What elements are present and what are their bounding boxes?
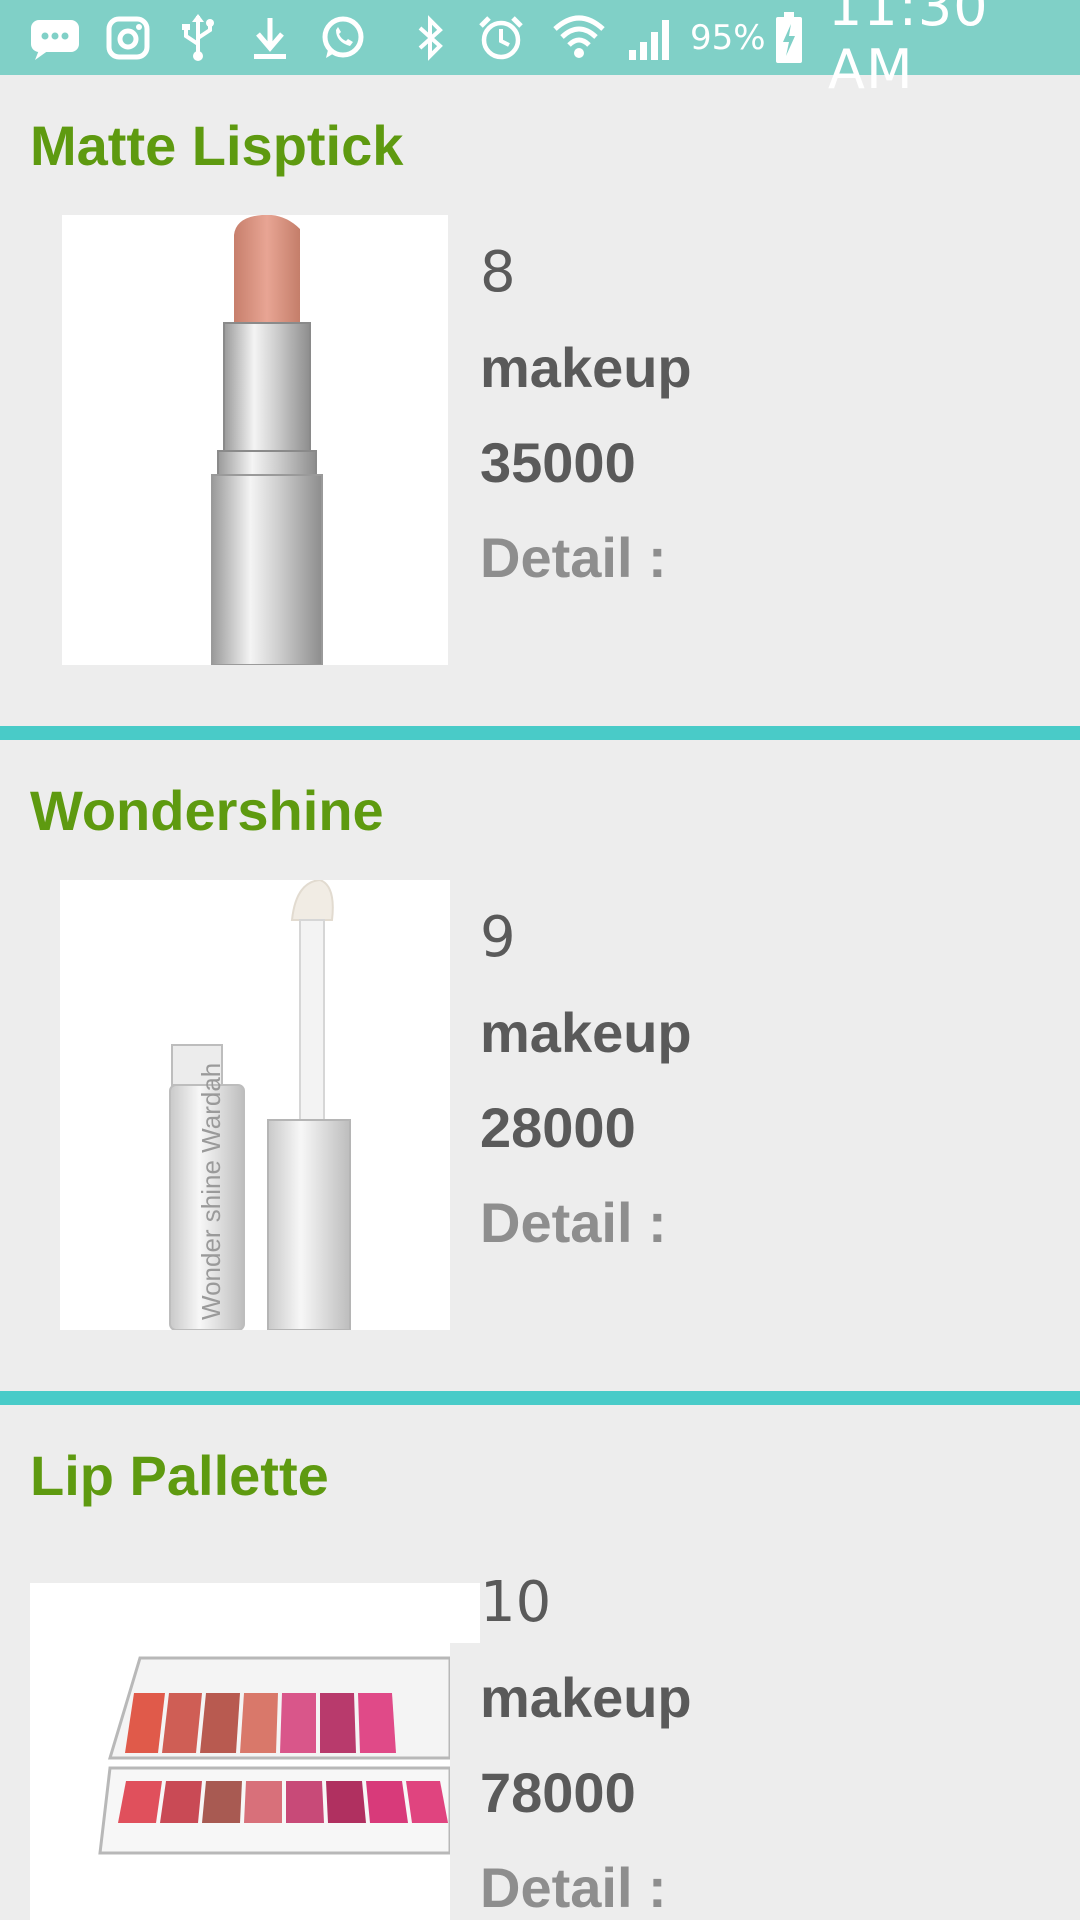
product-detail-label: Detail :	[480, 1856, 667, 1919]
product-name: Wondershine	[30, 779, 384, 842]
usb-icon	[178, 10, 218, 65]
status-bar: 95% 11:30 AM	[0, 0, 1080, 101]
card-divider	[0, 726, 1080, 740]
product-price: 28000	[480, 1096, 636, 1159]
product-id: 9	[480, 905, 516, 970]
product-detail-label: Detail :	[480, 526, 667, 589]
wifi-icon	[552, 10, 606, 65]
product-category: makeup	[480, 1666, 692, 1729]
card-divider	[0, 1391, 1080, 1405]
product-category: makeup	[480, 336, 692, 399]
download-icon	[248, 10, 292, 65]
chat-bubble-icon	[28, 10, 82, 65]
product-price: 78000	[480, 1761, 636, 1824]
lip-palette-image	[30, 1583, 480, 1920]
product-category: makeup	[480, 1001, 692, 1064]
battery-charging-icon	[772, 10, 806, 65]
product-name: Matte Lisptick	[30, 114, 404, 177]
whatsapp-icon	[316, 10, 368, 65]
product-detail-label: Detail :	[480, 1191, 667, 1254]
bottle-label: Wonder shine Wardah	[196, 1063, 226, 1320]
product-card[interactable]: Matte Lisptick 8 makeup 35000 Detail :	[0, 75, 1080, 740]
product-card[interactable]: Wondershine Wonder shine Wardah 9 makeup…	[0, 740, 1080, 1393]
instagram-icon	[104, 10, 152, 65]
battery-percent: 95%	[690, 17, 766, 58]
product-id: 8	[480, 240, 516, 305]
lip-gloss-image: Wonder shine Wardah	[60, 880, 450, 1330]
product-id: 10	[480, 1570, 552, 1635]
cellular-signal-icon	[626, 10, 678, 65]
bluetooth-icon	[410, 10, 450, 65]
clock-time: 11:30 AM	[828, 0, 989, 101]
product-price: 35000	[480, 431, 636, 494]
lipstick-image	[62, 215, 448, 665]
product-name: Lip Pallette	[30, 1444, 329, 1507]
alarm-icon	[476, 10, 526, 65]
product-card[interactable]: Lip Pallette 10 makeup 78000 Detail:	[0, 1405, 1080, 1920]
